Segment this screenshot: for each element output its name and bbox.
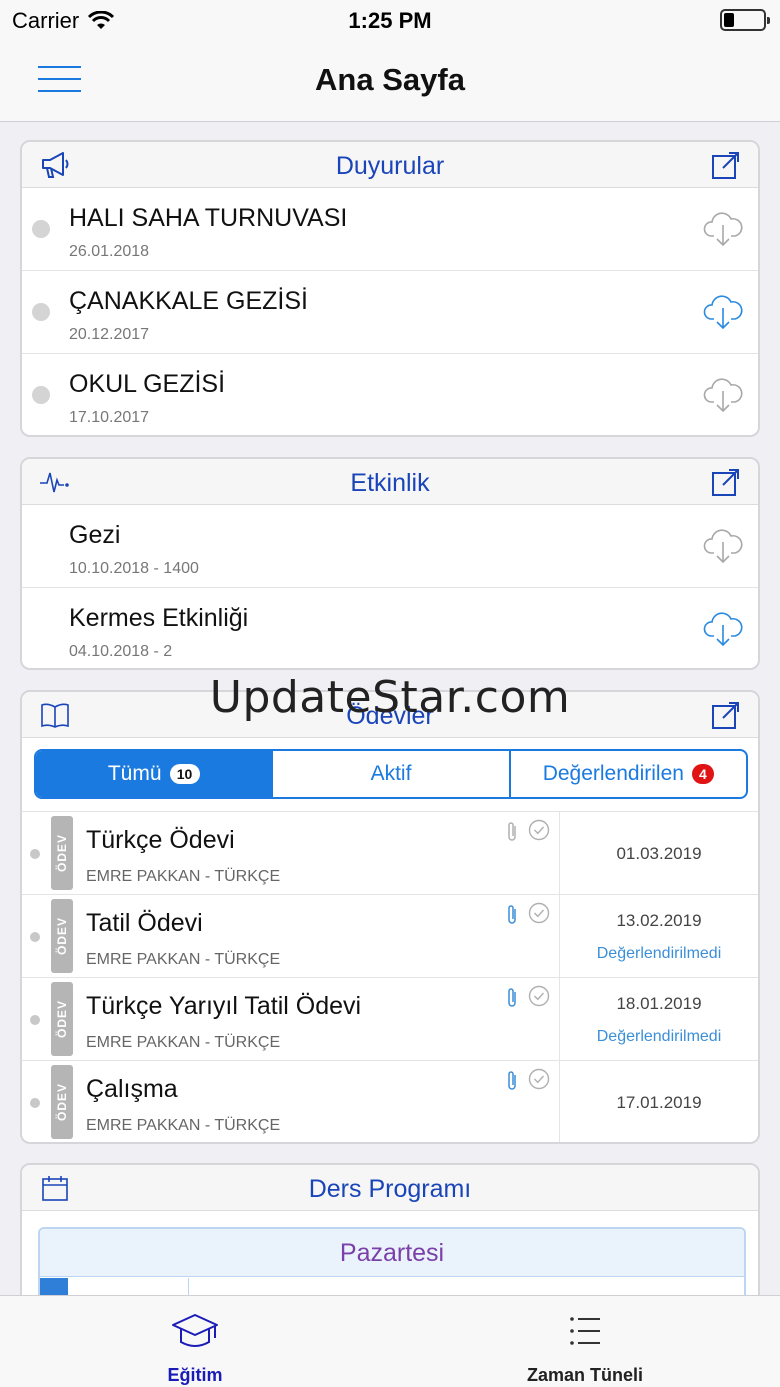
homework-author: EMRE PAKKAN - TÜRKÇE (86, 1034, 281, 1051)
tab-education-label: Eğitim (167, 1365, 223, 1385)
tab-education[interactable]: Eğitim (0, 1296, 390, 1387)
homework-tag: ÖDEV (51, 982, 73, 1056)
check-circle-icon (528, 1068, 550, 1090)
external-link-icon[interactable] (711, 467, 741, 497)
cloud-download-icon[interactable] (702, 525, 744, 565)
event-title: Gezi (69, 521, 121, 549)
tab-timeline[interactable]: Zaman Tüneli (390, 1296, 780, 1387)
announcements-header: Duyurular (22, 142, 758, 188)
event-row[interactable]: Kermes Etkinliği 04.10.2018 - 2 (22, 588, 758, 668)
announcement-date: 26.01.2018 (69, 243, 150, 260)
announcement-title: ÇANAKKALE GEZİSİ (69, 287, 308, 315)
cloud-download-icon[interactable] (702, 608, 744, 648)
schedule-card: Ders Programı Pazartesi (20, 1163, 760, 1295)
cloud-download-icon[interactable] (702, 374, 744, 414)
external-link-icon[interactable] (711, 150, 741, 180)
tab-timeline-label: Zaman Tüneli (526, 1365, 643, 1385)
announcement-row[interactable]: OKUL GEZİSİ 17.10.2017 (22, 354, 758, 435)
paperclip-icon (508, 822, 516, 841)
tab-active-label: Aktif (370, 762, 412, 785)
event-date: 10.10.2018 - 1400 (69, 560, 199, 577)
status-bar: Carrier 1:25 PM (0, 0, 780, 40)
graduation-cap-icon (172, 1314, 218, 1347)
paperclip-icon (508, 905, 516, 924)
homework-title: Türkçe Yarıyıl Tatil Ödevi (86, 992, 362, 1020)
homework-row[interactable]: ÖDEV Tatil Ödevi EMRE PAKKAN - TÜRKÇE 13… (22, 894, 758, 978)
tab-all[interactable]: Tümü 10 (36, 751, 272, 797)
homework-row[interactable]: ÖDEV Türkçe Yarıyıl Tatil Ödevi EMRE PAK… (22, 977, 758, 1061)
homework-date: 01.03.2019 (616, 844, 702, 863)
paperclip-icon (508, 1071, 516, 1090)
unread-dot (32, 303, 50, 321)
events-card: Etkinlik Gezi 10.10.2018 - 1400 Kermes E… (20, 457, 760, 670)
announcement-date: 17.10.2017 (69, 409, 150, 426)
homework-author: EMRE PAKKAN - TÜRKÇE (86, 868, 281, 885)
cloud-download-icon[interactable] (702, 208, 744, 248)
homework-tag: ÖDEV (51, 1065, 73, 1139)
homework-date: 13.02.2019 (616, 911, 702, 930)
cloud-download-icon[interactable] (702, 291, 744, 331)
event-row[interactable]: Gezi 10.10.2018 - 1400 (22, 505, 758, 588)
navigation-bar: Ana Sayfa (0, 40, 780, 122)
announcement-title: OKUL GEZİSİ (69, 370, 226, 398)
announcement-row[interactable]: ÇANAKKALE GEZİSİ 20.12.2017 (22, 271, 758, 354)
event-date: 04.10.2018 - 2 (69, 643, 173, 660)
schedule-table: Pazartesi (38, 1227, 746, 1295)
tab-evaluated[interactable]: Değerlendirilen 4 (508, 751, 746, 797)
battery-icon (720, 9, 770, 31)
unread-dot (32, 220, 50, 238)
homework-status: Değerlendirilmedi (596, 945, 722, 962)
check-circle-icon (528, 985, 550, 1007)
homework-list: ÖDEV Türkçe Ödevi EMRE PAKKAN - TÜRKÇE 0… (22, 811, 758, 1142)
homework-row[interactable]: ÖDEV Çalışma EMRE PAKKAN - TÜRKÇE 17.01.… (22, 1060, 758, 1142)
schedule-period-cell (40, 1278, 68, 1295)
check-circle-icon (528, 902, 550, 924)
homework-tag: ÖDEV (51, 899, 73, 973)
unread-dot (30, 932, 40, 942)
announcements-title: Duyurular (335, 152, 445, 180)
watermark: UpdateStar.com (209, 672, 571, 723)
homework-author: EMRE PAKKAN - TÜRKÇE (86, 951, 281, 968)
homework-title: Çalışma (86, 1075, 178, 1103)
announcements-card: Duyurular HALI SAHA TURNUVASI 26.01.2018… (20, 140, 760, 437)
homework-title: Türkçe Ödevi (86, 826, 235, 854)
tab-bar: Eğitim Zaman Tüneli (0, 1295, 780, 1387)
paperclip-icon (508, 988, 516, 1007)
clock: 1:25 PM (348, 8, 432, 33)
homework-date: 18.01.2019 (616, 994, 702, 1013)
event-title: Kermes Etkinliği (69, 604, 249, 632)
homework-filter-tabs: Tümü 10 Aktif Değerlendirilen 4 (34, 749, 748, 799)
homework-card: Ödevler Tümü 10 Aktif Değerlendirilen 4 … (20, 690, 760, 1144)
schedule-title: Ders Programı (308, 1175, 472, 1203)
tab-all-badge: 10 (169, 764, 200, 784)
events-header: Etkinlik (22, 459, 758, 505)
unread-dot (30, 849, 40, 859)
tab-all-label: Tümü (107, 762, 162, 785)
announcement-row[interactable]: HALI SAHA TURNUVASI 26.01.2018 (22, 188, 758, 271)
events-title: Etkinlik (350, 469, 430, 497)
homework-title: Tatil Ödevi (86, 909, 203, 937)
unread-dot (30, 1015, 40, 1025)
check-circle-icon (528, 819, 550, 841)
tab-active[interactable]: Aktif (271, 751, 508, 797)
homework-author: EMRE PAKKAN - TÜRKÇE (86, 1117, 281, 1134)
list-icon (570, 1317, 600, 1345)
tab-evaluated-badge: 4 (691, 764, 714, 784)
homework-status: Değerlendirilmedi (596, 1028, 722, 1045)
unread-dot (30, 1098, 40, 1108)
unread-dot (32, 386, 50, 404)
page-title: Ana Sayfa (315, 62, 465, 97)
announcement-date: 20.12.2017 (69, 326, 150, 343)
tab-evaluated-label: Değerlendirilen (542, 762, 684, 785)
homework-row[interactable]: ÖDEV Türkçe Ödevi EMRE PAKKAN - TÜRKÇE 0… (22, 811, 758, 895)
homework-date: 17.01.2019 (616, 1093, 702, 1112)
schedule-day-header: Pazartesi (40, 1229, 744, 1277)
schedule-header: Ders Programı (22, 1165, 758, 1211)
announcement-title: HALI SAHA TURNUVASI (69, 204, 348, 232)
homework-tag: ÖDEV (51, 816, 73, 890)
